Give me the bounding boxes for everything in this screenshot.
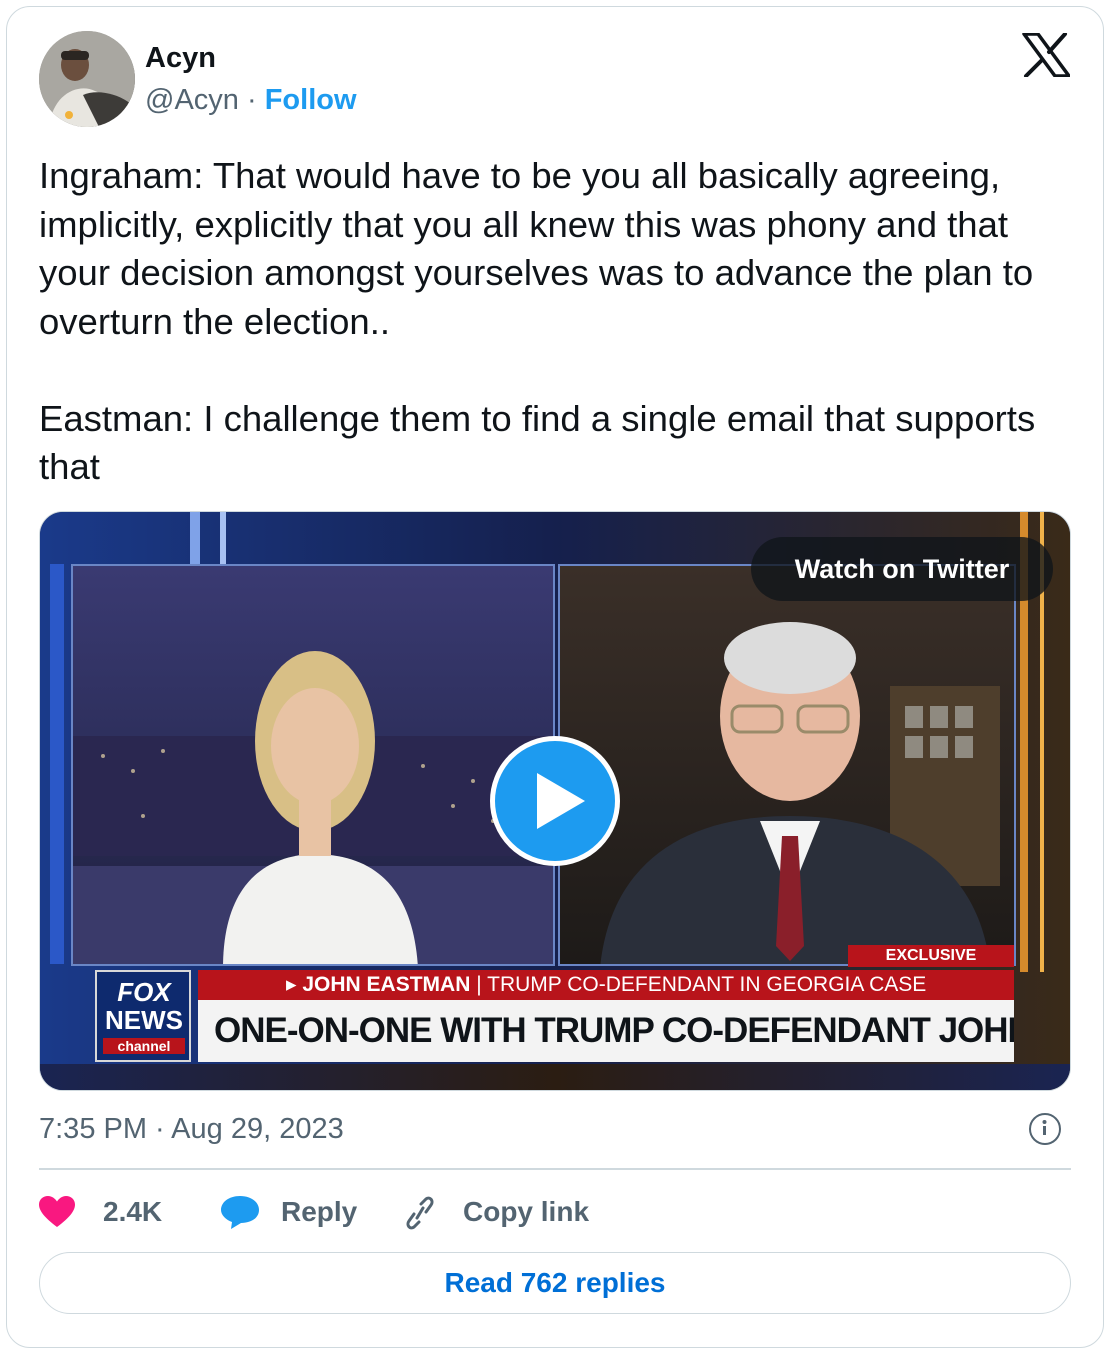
avatar[interactable]: [39, 31, 135, 127]
lower-third-headline: ONE-ON-ONE WITH TRUMP CO-DEFENDANT JOHN …: [198, 1000, 1014, 1062]
lower-third-top: ▸ JOHN EASTMAN | TRUMP CO-DEFENDANT IN G…: [198, 970, 1014, 1000]
info-icon[interactable]: [1029, 1113, 1061, 1145]
heart-icon: [39, 1196, 75, 1227]
tweet-text: Ingraham: That would have to be you all …: [39, 152, 1079, 492]
reply-bubble-icon: [221, 1196, 259, 1229]
like-button[interactable]: 2.4K: [39, 1185, 179, 1239]
copy-link-label: Copy link: [463, 1196, 590, 1227]
guest-video-frame: [600, 622, 1000, 964]
lower-third-description: TRUMP CO-DEFENDANT IN GEORGIA CASE: [487, 973, 927, 996]
host-video-frame: [73, 651, 553, 964]
guest-panel: [558, 564, 1016, 966]
logo-fox-text: FOX: [117, 977, 171, 1007]
fox-news-logo: FOX NEWS channel: [95, 970, 191, 1062]
play-button[interactable]: [490, 736, 620, 866]
avatar-image: [39, 31, 135, 127]
author-name[interactable]: Acyn: [145, 42, 216, 75]
follow-button[interactable]: Follow: [265, 84, 357, 116]
handle-separator: ·: [246, 84, 257, 116]
play-icon: [537, 773, 585, 829]
exclusive-tag: EXCLUSIVE: [848, 945, 1014, 967]
reply-label: Reply: [281, 1196, 358, 1227]
read-replies-button[interactable]: Read 762 replies: [39, 1252, 1071, 1314]
lower-third-separator: |: [470, 973, 488, 996]
video-player[interactable]: Watch on Twitter EXCLUSIVE FOX NEWS chan…: [39, 511, 1071, 1091]
action-bar: 2.4K Reply Copy link: [39, 1185, 1071, 1239]
logo-channel-text: channel: [103, 1038, 185, 1054]
watch-on-twitter-button[interactable]: Watch on Twitter: [751, 537, 1053, 601]
like-count: 2.4K: [103, 1196, 163, 1227]
tweet-timestamp[interactable]: 7:35 PM · Aug 29, 2023: [39, 1113, 344, 1146]
author-handle[interactable]: @Acyn: [145, 84, 239, 116]
lower-third-name: ▸ JOHN EASTMAN: [286, 973, 471, 996]
host-panel: [71, 564, 555, 966]
link-icon: [406, 1196, 434, 1230]
divider: [39, 1168, 1071, 1170]
tweet-paragraph: Ingraham: That would have to be you all …: [39, 155, 1044, 342]
tweet-paragraph: Eastman: I challenge them to find a sing…: [39, 397, 1046, 488]
author-handle-row: @Acyn · Follow: [145, 84, 357, 117]
copy-link-button[interactable]: Copy link: [401, 1185, 601, 1239]
ticker-strip: [40, 1064, 1070, 1090]
logo-news-text: NEWS: [105, 1005, 183, 1035]
reply-button[interactable]: Reply: [221, 1185, 371, 1239]
x-logo-icon[interactable]: [1022, 32, 1071, 78]
